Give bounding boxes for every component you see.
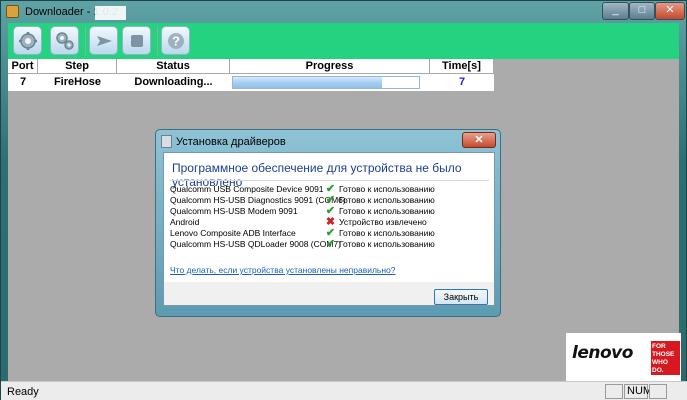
- app-icon: [6, 5, 19, 18]
- device-row: Qualcomm HS-USB QDLoader 9008 (COM7) ✔ Г…: [170, 239, 488, 250]
- column-header-step[interactable]: Step: [38, 59, 117, 74]
- device-status: Готово к использованию: [339, 228, 435, 238]
- troubleshoot-link[interactable]: Что делать, если устройства установлены …: [170, 265, 396, 275]
- maximize-button[interactable]: □: [629, 2, 655, 20]
- dialog-body: Программное обеспечение для устройства н…: [163, 152, 495, 306]
- logo-wordmark: lenovo: [572, 343, 633, 363]
- device-name: Lenovo Composite ADB Interface: [170, 228, 296, 238]
- gears-icon: [55, 31, 74, 50]
- help-button[interactable]: ?: [161, 26, 190, 55]
- stop-icon: [130, 34, 143, 47]
- toolbar-separator: [85, 26, 86, 55]
- table-row[interactable]: 7 FireHose Downloading... 7: [8, 74, 494, 91]
- device-name: Qualcomm HS-USB QDLoader 9008 (COM7): [170, 239, 342, 249]
- status-text: Ready: [7, 386, 39, 398]
- downloader-window: Downloader - 1.0.2 _ □ ✕ ? Port Step Sta…: [0, 0, 687, 400]
- column-header-time[interactable]: Time[s]: [430, 59, 494, 74]
- start-button[interactable]: [89, 26, 118, 55]
- dialog-close-button[interactable]: ✕: [462, 132, 496, 148]
- column-header-status[interactable]: Status: [117, 59, 230, 74]
- step-cell: FireHose: [53, 76, 102, 88]
- settings-button[interactable]: [13, 26, 42, 55]
- port-cell: 7: [19, 76, 27, 88]
- dialog-content: Программное обеспечение для устройства н…: [164, 153, 494, 282]
- minimize-button[interactable]: _: [602, 2, 629, 20]
- status-pane: [605, 384, 623, 399]
- status-pane: [649, 384, 667, 399]
- column-header-port[interactable]: Port: [8, 59, 38, 74]
- device-status: Готово к использованию: [339, 206, 435, 216]
- column-header-progress[interactable]: Progress: [230, 59, 430, 74]
- device-status: Готово к использованию: [339, 239, 435, 249]
- device-name: Qualcomm HS-USB Diagnostics 9091 (COM6): [170, 195, 346, 205]
- device-name: Android: [170, 217, 200, 227]
- svg-text:?: ?: [172, 33, 180, 48]
- num-lock-indicator: NUM: [624, 384, 652, 399]
- logo-tagline: FOR THOSE WHO DO.: [651, 341, 680, 375]
- divider: [169, 180, 489, 181]
- status-cell: Downloading...: [134, 76, 213, 88]
- dialog-icon: [161, 135, 172, 148]
- device-status: Готово к использованию: [339, 184, 435, 194]
- time-cell: 7: [458, 76, 466, 88]
- title-bar-gap: [95, 6, 126, 20]
- gear-icon: [18, 31, 37, 50]
- title-bar: Downloader - 1.0.2 _ □ ✕: [1, 1, 687, 23]
- lenovo-logo: lenovo FOR THOSE WHO DO.: [566, 333, 681, 381]
- close-button[interactable]: ✕: [655, 2, 685, 20]
- table-header: Port Step Status Progress Time[s]: [8, 59, 494, 74]
- dialog-title: Установка драйверов: [176, 136, 286, 148]
- device-status: Устройство извлечено: [339, 217, 427, 227]
- status-bar: Ready NUM: [1, 381, 687, 400]
- device-name: Qualcomm USB Composite Device 9091: [170, 184, 324, 194]
- port-settings-button[interactable]: [50, 26, 79, 55]
- driver-install-dialog: Установка драйверов ✕ Программное обеспе…: [155, 129, 501, 317]
- close-dialog-button[interactable]: Закрыть: [434, 289, 488, 305]
- toolbar-separator: [157, 26, 158, 55]
- device-name: Qualcomm HS-USB Modem 9091: [170, 206, 298, 216]
- device-status: Готово к использованию: [339, 195, 435, 205]
- play-arrow-icon: [96, 35, 112, 46]
- check-icon: ✔: [325, 238, 336, 250]
- progress-bar: [232, 76, 420, 89]
- question-icon: ?: [167, 32, 184, 49]
- toolbar: ?: [8, 23, 679, 59]
- stop-button[interactable]: [122, 26, 151, 55]
